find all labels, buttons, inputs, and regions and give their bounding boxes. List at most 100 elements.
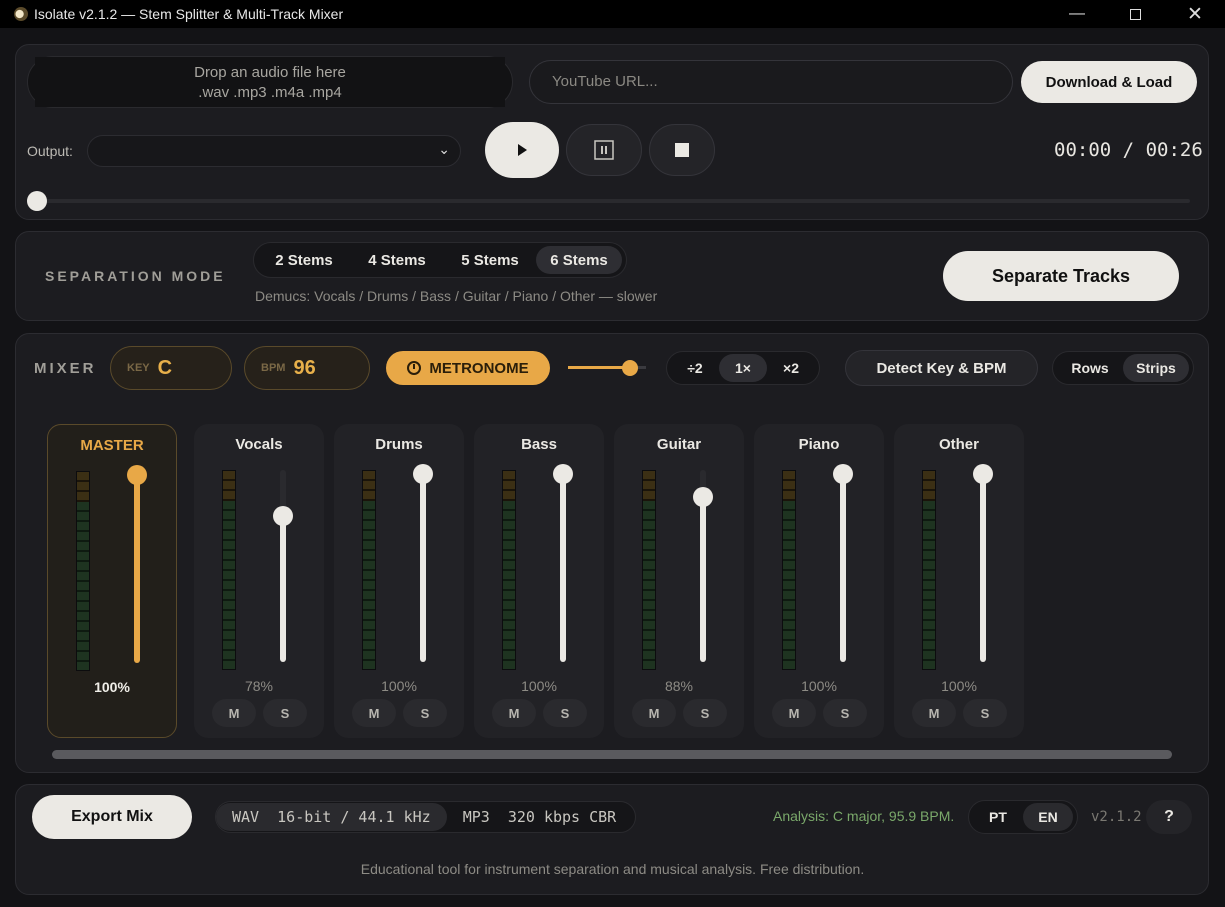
title-bar: Isolate v2.1.2 — Stem Splitter & Multi-T… — [0, 0, 1225, 28]
channel-name: Drums — [375, 436, 423, 453]
bpm-value: 96 — [293, 356, 316, 379]
level-meter — [362, 470, 376, 670]
channel-name: Piano — [798, 436, 840, 453]
channel-strip-other: Other 100% M S — [894, 424, 1024, 738]
volume-percent: 100% — [381, 678, 417, 694]
mute-button[interactable]: M — [492, 699, 536, 727]
play-button[interactable] — [485, 122, 559, 178]
volume-percent: 100% — [94, 679, 130, 695]
mute-button[interactable]: M — [352, 699, 396, 727]
format-codec: WAV — [232, 808, 260, 826]
solo-button[interactable]: S — [823, 699, 867, 727]
language-en[interactable]: EN — [1023, 803, 1073, 831]
chevron-down-icon: ⌄ — [438, 141, 450, 157]
mute-button[interactable]: M — [632, 699, 676, 727]
help-button[interactable]: ? — [1146, 800, 1192, 834]
key-display: KEY C — [110, 346, 232, 390]
solo-button[interactable]: S — [963, 699, 1007, 727]
level-meter — [76, 471, 90, 671]
tempo-selector: ÷2 1× ×2 — [666, 351, 820, 385]
channel-name: Guitar — [656, 436, 702, 453]
format-option-wav[interactable]: WAV 16-bit / 44.1 kHz — [216, 803, 447, 831]
channel-name: Other — [938, 436, 979, 453]
volume-fader[interactable] — [420, 470, 426, 662]
key-label: KEY — [127, 362, 150, 374]
stems-option-6[interactable]: 6 Stems — [536, 246, 622, 274]
time-display: 00:00 / 00:26 — [1054, 139, 1203, 161]
volume-fader[interactable] — [134, 471, 140, 663]
solo-button[interactable]: S — [543, 699, 587, 727]
master-strip: MASTER 100% — [47, 424, 177, 738]
metronome-label: METRONOME — [429, 359, 529, 377]
fader-handle[interactable] — [833, 464, 853, 484]
file-drop-zone[interactable]: Drop an audio file here .wav .mp3 .m4a .… — [27, 56, 513, 108]
stems-option-2[interactable]: 2 Stems — [258, 246, 350, 274]
volume-fader[interactable] — [280, 470, 286, 662]
separation-mode-label: SEPARATION MODE — [45, 268, 226, 284]
fader-handle[interactable] — [973, 464, 993, 484]
key-value: C — [157, 356, 173, 379]
youtube-url-input[interactable]: YouTube URL... — [529, 60, 1013, 104]
separate-tracks-button[interactable]: Separate Tracks — [943, 251, 1179, 301]
volume-fader[interactable] — [560, 470, 566, 662]
volume-percent: 100% — [941, 678, 977, 694]
mute-button[interactable]: M — [772, 699, 816, 727]
metronome-toggle[interactable]: METRONOME — [386, 351, 550, 385]
view-rows[interactable]: Rows — [1057, 354, 1123, 382]
channel-strip-bass: Bass 100% M S — [474, 424, 604, 738]
fader-handle[interactable] — [273, 506, 293, 527]
version-label: v2.1.2 — [1091, 809, 1142, 825]
volume-fader[interactable] — [980, 470, 986, 662]
channel-strip-piano: Piano 100% M S — [754, 424, 884, 738]
channel-strip-drums: Drums 100% M S — [334, 424, 464, 738]
solo-button[interactable]: S — [683, 699, 727, 727]
maximize-button[interactable] — [1106, 0, 1164, 28]
metronome-volume-fill — [568, 366, 630, 369]
detect-key-bpm-button[interactable]: Detect Key & BPM — [845, 350, 1038, 386]
pause-button[interactable] — [566, 124, 642, 176]
solo-button[interactable]: S — [263, 699, 307, 727]
mute-button[interactable]: M — [212, 699, 256, 727]
volume-fader[interactable] — [840, 470, 846, 662]
stems-option-4[interactable]: 4 Stems — [350, 246, 444, 274]
tempo-normal[interactable]: 1× — [719, 354, 767, 382]
stems-option-5[interactable]: 5 Stems — [444, 246, 536, 274]
language-pt[interactable]: PT — [973, 803, 1023, 831]
close-button[interactable]: ✕ — [1166, 0, 1224, 28]
drop-zone-title: Drop an audio file here — [194, 64, 346, 81]
format-spec: 16-bit / 44.1 kHz — [277, 808, 431, 826]
fader-handle[interactable] — [553, 464, 573, 484]
minimize-icon: — — [1069, 5, 1085, 22]
output-device-select[interactable]: ⌄ — [87, 135, 461, 167]
solo-button[interactable]: S — [403, 699, 447, 727]
format-spec: 320 kbps CBR — [507, 808, 617, 826]
export-mix-button[interactable]: Export Mix — [32, 795, 192, 839]
tempo-half[interactable]: ÷2 — [671, 354, 719, 382]
channel-strip-vocals: Vocals 78% M S — [194, 424, 324, 738]
seek-handle[interactable] — [27, 191, 47, 211]
app-icon — [14, 7, 28, 21]
close-icon: ✕ — [1187, 3, 1203, 25]
language-selector: PT EN — [968, 800, 1078, 834]
minimize-button[interactable]: — — [1048, 0, 1106, 28]
mute-button[interactable]: M — [912, 699, 956, 727]
level-meter — [782, 470, 796, 670]
level-meter — [502, 470, 516, 670]
stems-selector: 2 Stems 4 Stems 5 Stems 6 Stems — [253, 242, 627, 278]
fader-handle[interactable] — [693, 487, 713, 508]
metronome-volume-handle[interactable] — [622, 360, 638, 376]
view-strips[interactable]: Strips — [1123, 354, 1189, 382]
pause-icon — [594, 140, 614, 160]
tempo-double[interactable]: ×2 — [767, 354, 815, 382]
channel-strip-guitar: Guitar 88% M S — [614, 424, 744, 738]
fader-handle[interactable] — [413, 464, 433, 484]
fader-handle[interactable] — [127, 465, 147, 485]
level-meter — [922, 470, 936, 670]
mixer-scrollbar[interactable] — [52, 750, 1172, 759]
stopwatch-icon — [407, 361, 422, 375]
download-load-button[interactable]: Download & Load — [1021, 61, 1197, 103]
format-option-mp3[interactable]: MP3 320 kbps CBR — [447, 803, 633, 831]
seek-bar[interactable] — [37, 199, 1190, 203]
view-selector: Rows Strips — [1052, 351, 1194, 385]
stop-button[interactable] — [649, 124, 715, 176]
